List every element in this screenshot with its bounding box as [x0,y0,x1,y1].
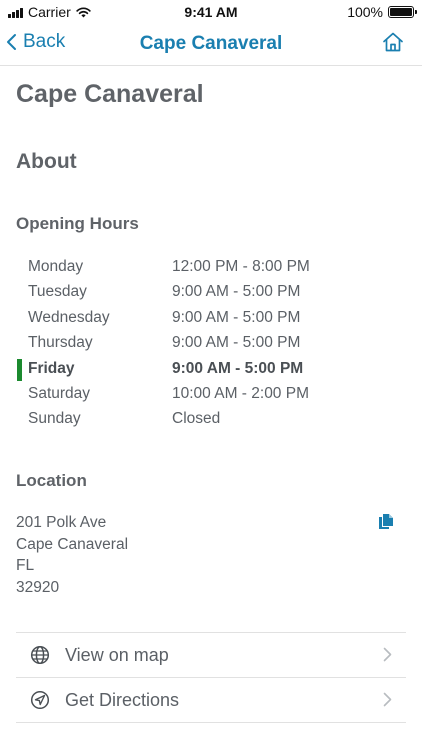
chevron-right-icon [383,692,392,707]
hours-day: Thursday [28,334,93,352]
hours-day: Monday [28,258,84,275]
view-on-map-label: View on map [65,645,169,665]
about-heading: About [16,150,77,173]
hours-time: 12:00 PM - 8:00 PM [172,258,310,275]
hours-day: Wednesday [28,308,110,326]
location-actions: View on map Get Directions [16,632,406,723]
hours-row: Thursday 9:00 AM - 5:00 PM [16,332,406,357]
battery-percent: 100% [347,4,383,20]
hours-day: Tuesday [28,283,87,301]
opening-hours-heading: Opening Hours [16,214,139,233]
nav-title: Cape Canaveral [139,33,283,54]
address-street: 201 Polk Ave [16,514,107,531]
hours-row: Monday 12:00 PM - 8:00 PM [16,256,406,281]
copy-address-button[interactable] [378,513,394,535]
hours-row: Tuesday 9:00 AM - 5:00 PM [16,281,406,306]
hours-row: Saturday 10:00 AM - 2:00 PM [16,383,406,408]
navigation-bar: Back Cape Canaveral [0,22,422,66]
hours-day: Sunday [28,410,81,428]
hours-time: 9:00 AM - 5:00 PM [172,308,301,326]
hours-time: 9:00 AM - 5:00 PM [172,283,301,301]
hours-row-current: Friday 9:00 AM - 5:00 PM [16,358,406,383]
battery-fill [390,8,412,16]
home-icon [383,32,403,52]
opening-hours-table: Monday 12:00 PM - 8:00 PM Tuesday 9:00 AM -… [16,256,406,434]
address-state: FL [16,557,35,574]
copy-icon [379,514,393,529]
hours-day: Saturday [28,384,91,402]
get-directions-label: Get Directions [65,690,180,710]
get-directions-row[interactable]: Get Directions [16,678,406,723]
view-on-map-row[interactable]: View on map [16,633,406,678]
address: 201 Polk Ave Cape Canaveral FL 32920 [16,512,128,598]
hours-time: Closed [172,410,221,428]
current-day-marker [17,358,22,381]
hours-row: Sunday Closed [16,408,406,433]
status-bar: Carrier 9:41 AM 100% [0,0,422,22]
address-zip: 32920 [16,578,60,596]
location-heading: Location [16,471,87,490]
hours-day: Friday [28,359,75,377]
hours-time: 9:00 AM - 5:00 PM [172,334,301,352]
page-title: Cape Canaveral [16,80,204,108]
hours-time: 9:00 AM - 5:00 PM [172,359,304,377]
status-right: 100% [347,4,417,20]
globe-icon [30,645,50,665]
chevron-right-icon [383,647,392,662]
hours-row: Wednesday 9:00 AM - 5:00 PM [16,307,406,332]
hours-time: 10:00 AM - 2:00 PM [172,384,309,402]
home-button[interactable] [382,31,404,58]
address-city: Cape Canaveral [16,535,129,553]
battery-icon [388,6,417,18]
navigation-arrow-icon [30,690,50,710]
